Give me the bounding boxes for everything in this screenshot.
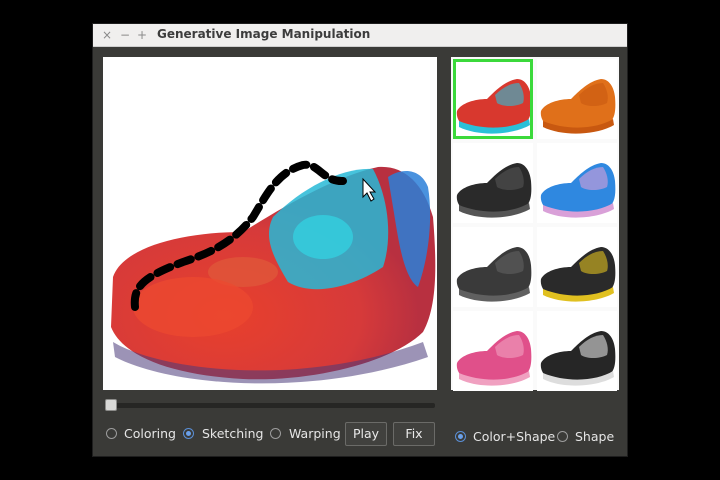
coloring-radio[interactable] — [106, 428, 117, 439]
shape-radio[interactable] — [557, 431, 568, 442]
maximize-icon[interactable]: + — [136, 28, 148, 42]
interpolation-slider-handle[interactable] — [105, 399, 117, 411]
thumbnail-black-yellow-sole-shoe[interactable] — [537, 227, 617, 307]
sketching-label: Sketching — [202, 426, 264, 441]
fix-button[interactable]: Fix — [393, 422, 435, 446]
drawing-canvas[interactable] — [103, 57, 437, 390]
warping-label: Warping — [289, 426, 341, 441]
shape-label: Shape — [575, 429, 615, 444]
thumbnail-blue-shoe[interactable] — [537, 143, 617, 223]
thumbnail-multicolor-shoe[interactable] — [453, 59, 533, 139]
close-icon[interactable]: × — [101, 28, 113, 42]
shoe-highlight — [293, 215, 353, 259]
interpolation-slider-track[interactable] — [105, 403, 435, 408]
shoe-toe — [133, 277, 253, 337]
minimize-icon[interactable]: − — [119, 28, 131, 42]
thumbnail-pink-shoe[interactable] — [453, 311, 533, 391]
generated-shoe-image — [111, 160, 436, 384]
play-button[interactable]: Play — [345, 422, 387, 446]
title-bar: × − + Generative Image Manipulation — [93, 24, 627, 47]
thumbnail-black-shoe[interactable] — [453, 143, 533, 223]
thumbnail-dark-gray-shoe[interactable] — [453, 227, 533, 307]
thumbnail-orange-shoe[interactable] — [537, 59, 617, 139]
thumbnail-black-white-sole-shoe[interactable] — [537, 311, 617, 391]
window-title: Generative Image Manipulation — [157, 27, 371, 41]
coloring-label: Coloring — [124, 426, 176, 441]
app-window: × − + Generative Image Manipulation Colo… — [92, 23, 628, 457]
warping-radio[interactable] — [270, 428, 281, 439]
color-shape-radio[interactable] — [455, 431, 466, 442]
candidate-grid — [451, 57, 619, 391]
sketching-radio[interactable] — [183, 428, 194, 439]
color-shape-label: Color+Shape — [473, 429, 556, 444]
